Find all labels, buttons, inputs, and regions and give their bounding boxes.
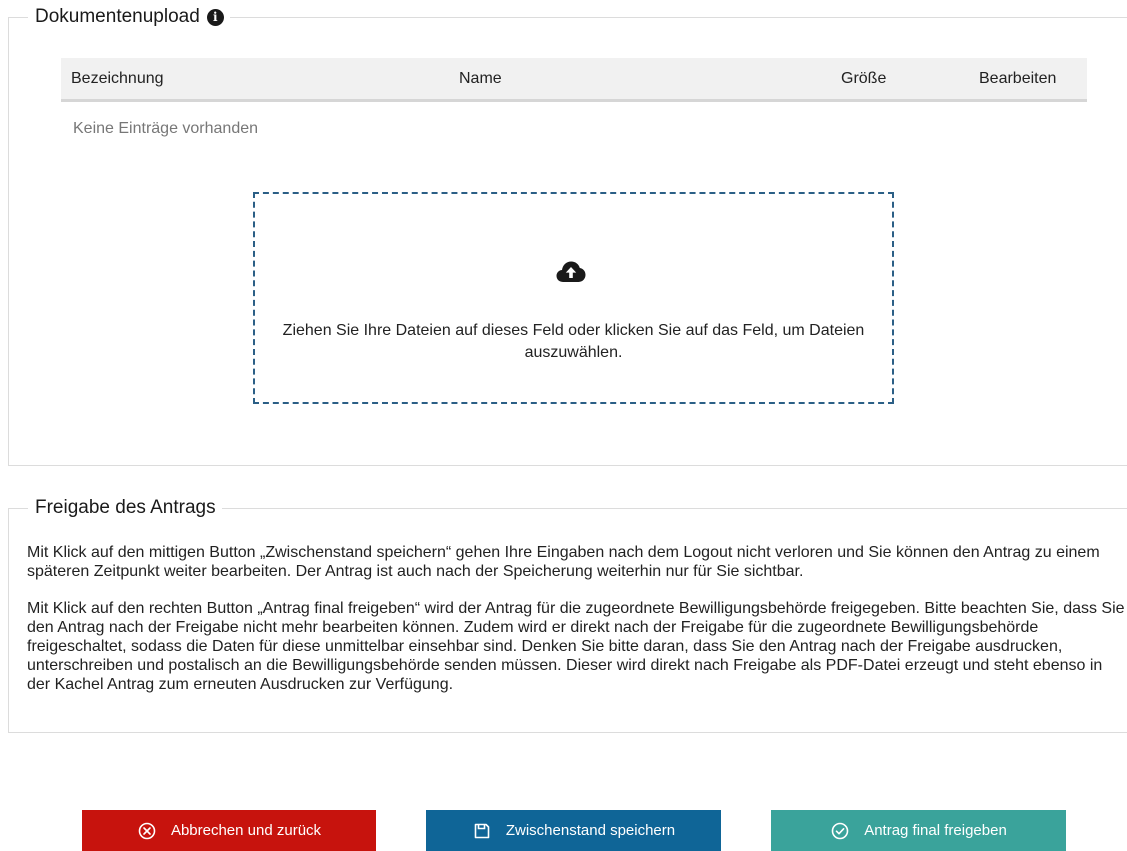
release-text: Mit Klick auf den mittigen Button „Zwisc… <box>27 543 1127 712</box>
column-header-edit: Bearbeiten <box>979 70 1057 87</box>
column-header-size[interactable]: Größe <box>841 70 886 88</box>
document-upload-section: Dokumentenupload i Bezeichnung Name Größ… <box>8 6 1127 466</box>
column-header-name[interactable]: Name <box>459 70 502 88</box>
release-section: Freigabe des Antrags Mit Klick auf den m… <box>8 497 1127 733</box>
save-icon <box>474 823 490 838</box>
document-upload-legend: Dokumentenupload i <box>28 6 230 28</box>
release-paragraph-final: Mit Klick auf den rechten Button „Antrag… <box>27 600 1125 693</box>
file-dropzone[interactable]: Ziehen Sie Ihre Dateien auf dieses Feld … <box>253 192 894 404</box>
final-button-label: Antrag final freigeben <box>864 822 1007 839</box>
cancel-button-label: Abbrechen und zurück <box>170 822 322 839</box>
documents-table-header: Bezeichnung Name Größe Bearbeiten <box>61 58 1087 102</box>
x-circle-icon <box>138 822 156 839</box>
final-release-button[interactable]: Antrag final freigeben <box>771 810 1066 851</box>
release-title: Freigabe des Antrags <box>35 497 216 518</box>
dropzone-instructions: Ziehen Sie Ihre Dateien auf dieses Feld … <box>282 322 865 361</box>
save-button-label: Zwischenstand speichern <box>505 822 676 839</box>
document-upload-title: Dokumentenupload <box>35 6 200 27</box>
check-circle-icon <box>831 822 849 839</box>
save-draft-button[interactable]: Zwischenstand speichern <box>426 810 721 851</box>
release-paragraph-save: Mit Klick auf den mittigen Button „Zwisc… <box>27 544 1100 580</box>
info-icon[interactable]: i <box>206 8 224 26</box>
release-legend: Freigabe des Antrags <box>28 497 222 519</box>
cloud-upload-icon <box>556 261 586 282</box>
cancel-and-back-button[interactable]: Abbrechen und zurück <box>82 810 376 851</box>
column-header-bezeichnung[interactable]: Bezeichnung <box>71 70 164 88</box>
table-empty-message: Keine Einträge vorhanden <box>73 120 259 137</box>
